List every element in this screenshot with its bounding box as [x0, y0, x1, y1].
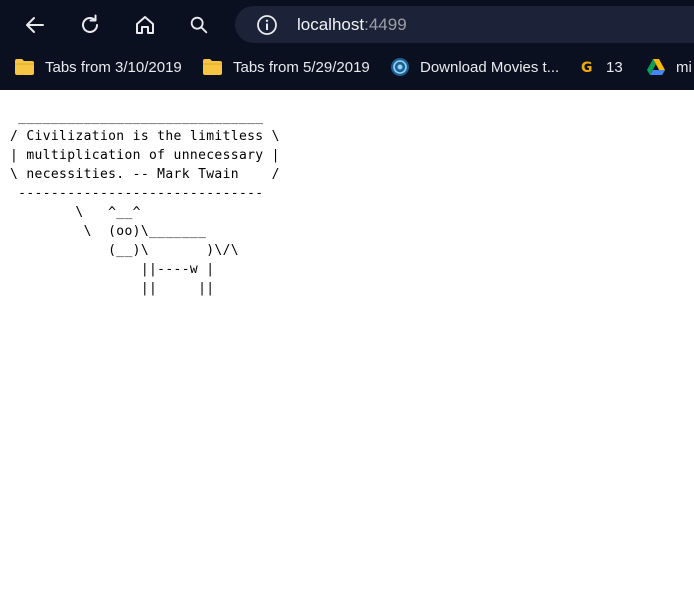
svg-text:G: G: [581, 60, 593, 76]
browser-chrome: localhost:4499 Tabs from 3/10/2019 Tabs …: [0, 0, 694, 90]
home-button[interactable]: [128, 8, 162, 42]
bookmarks-bar: Tabs from 3/10/2019 Tabs from 5/29/2019 …: [0, 50, 694, 84]
bookmark-label: Tabs from 3/10/2019: [45, 58, 182, 76]
search-button[interactable]: [182, 8, 216, 42]
browser-toolbar: localhost:4499: [0, 0, 694, 50]
arrow-left-icon: [23, 13, 47, 37]
home-icon: [133, 13, 157, 37]
site-favicon: [390, 57, 410, 77]
bookmark-folder-tabs-5-29-2019[interactable]: Tabs from 5/29/2019: [202, 56, 370, 78]
url-port: :4499: [364, 15, 407, 34]
search-icon: [188, 14, 210, 36]
url-host: localhost: [297, 15, 365, 34]
cowsay-text: ______________________________ / Civiliz…: [10, 110, 280, 296]
folder-icon: [202, 58, 223, 76]
page-content: ______________________________ / Civiliz…: [0, 90, 694, 611]
bookmark-13[interactable]: G 13: [578, 56, 623, 78]
folder-icon: [14, 58, 35, 76]
info-icon[interactable]: [256, 14, 278, 36]
g-favicon: G: [578, 58, 596, 76]
url-text[interactable]: localhost:4499: [297, 15, 407, 35]
address-bar[interactable]: localhost:4499: [235, 6, 694, 43]
bookmark-label: Download Movies t...: [420, 58, 560, 76]
back-button[interactable]: [18, 8, 52, 42]
bookmark-label: Tabs from 5/29/2019: [233, 58, 370, 76]
reload-icon: [78, 13, 102, 37]
bookmark-folder-tabs-3-10-2019[interactable]: Tabs from 3/10/2019: [14, 56, 182, 78]
drive-icon: [646, 58, 666, 76]
bookmark-download-movies[interactable]: Download Movies t...: [390, 56, 559, 78]
reload-button[interactable]: [73, 8, 107, 42]
bookmark-label: 13: [606, 58, 623, 76]
bookmark-label: mi: [676, 58, 692, 76]
bookmark-drive[interactable]: mi: [646, 56, 692, 78]
